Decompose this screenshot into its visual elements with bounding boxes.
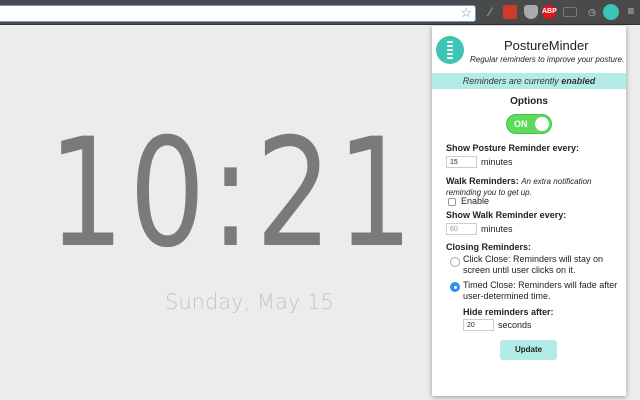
shield-icon[interactable] xyxy=(524,5,538,19)
book-icon[interactable] xyxy=(503,5,517,19)
adblock-icon[interactable]: ABP xyxy=(542,5,557,19)
popup-subtitle: Regular reminders to improve your postur… xyxy=(470,55,625,64)
update-button[interactable]: Update xyxy=(500,340,557,360)
timed-close-radio[interactable] xyxy=(450,282,460,292)
walk-interval-label: Show Walk Reminder every: xyxy=(446,210,567,220)
walk-enable-checkbox[interactable] xyxy=(448,198,456,206)
eyedropper-icon[interactable]: ⁄ xyxy=(483,5,497,19)
click-close-label: Click Close: Reminders will stay on scre… xyxy=(463,254,604,275)
clock-time: 10:21 xyxy=(48,107,418,281)
cast-icon[interactable] xyxy=(563,7,577,17)
hide-unit: seconds xyxy=(498,320,532,330)
click-close-radio[interactable] xyxy=(450,257,460,267)
timed-close-label: Timed Close: Reminders will fade after u… xyxy=(463,280,618,301)
clock-date: Sunday, May 15 xyxy=(165,290,334,314)
posture-interval-label: Show Posture Reminder every: xyxy=(446,143,580,153)
extension-popup: PostureMinder Regular reminders to impro… xyxy=(432,26,626,396)
hide-after-input[interactable]: 20 xyxy=(463,319,494,331)
popup-title: PostureMinder xyxy=(504,38,589,53)
walk-label: Walk Reminders: xyxy=(446,176,519,186)
address-bar[interactable]: ☆ xyxy=(0,5,476,22)
toggle-knob xyxy=(535,117,549,131)
status-text: Reminders are currently xyxy=(462,76,562,86)
toggle-label: ON xyxy=(514,119,528,129)
posture-unit: minutes xyxy=(481,157,513,167)
enable-toggle[interactable]: ON xyxy=(506,114,552,134)
posture-logo-icon xyxy=(436,36,464,64)
options-heading: Options xyxy=(510,96,548,107)
closing-label: Closing Reminders: xyxy=(446,242,532,252)
status-value: enabled xyxy=(561,76,596,86)
walk-enable-label: Enable xyxy=(461,196,490,206)
walk-interval-input[interactable]: 60 xyxy=(446,223,477,235)
status-banner: Reminders are currently enabled xyxy=(432,73,626,89)
bookmark-star-icon[interactable]: ☆ xyxy=(460,5,472,21)
menu-icon[interactable]: ≡ xyxy=(624,5,638,19)
walk-unit: minutes xyxy=(481,224,513,234)
posture-minder-icon[interactable] xyxy=(603,4,619,20)
browser-toolbar: ☆ ⁄ ABP ◷ ≡ xyxy=(0,0,640,25)
hide-after-label: Hide reminders after: xyxy=(463,307,554,317)
posture-interval-input[interactable]: 15 xyxy=(446,156,477,168)
clock-icon[interactable]: ◷ xyxy=(585,5,599,19)
